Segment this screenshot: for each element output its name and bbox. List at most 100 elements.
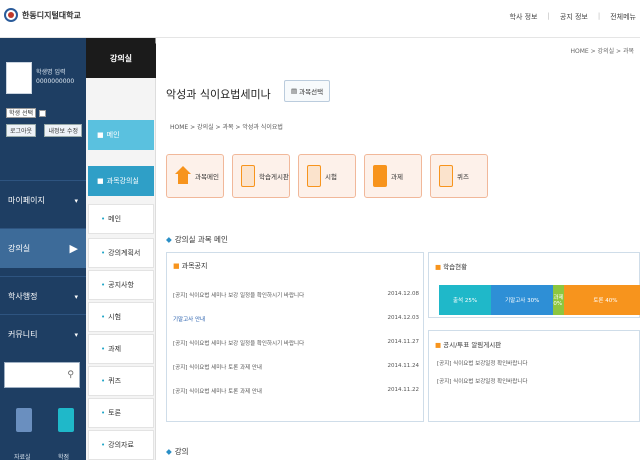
notice-text[interactable]: [공지] 식이요법 세미나 보강 일정을 확인하시기 바랍니다 [173,291,304,299]
bullet-icon: ■ [435,263,442,271]
menu-item-label: 강의자료 [108,441,134,449]
profile-panel: 학생명 입력 0000000000 학생 선택 로그아웃 내정보 수정 [4,56,82,162]
menu-item-label: 과제 [108,345,122,353]
book-icon: ▤ [291,87,298,95]
submenu-item-exam[interactable]: • 시험 [88,302,154,332]
tile-label: 학습게시판 [259,173,289,181]
search-input[interactable]: ⚲ [4,362,80,388]
notice-title-text: 과목공지 [181,262,208,270]
student-select[interactable]: 학생 선택 [6,108,36,118]
profile-name-line: 학생명 입력 [36,69,66,76]
menu-item-label: 강의계획서 [108,249,141,257]
classroom-menu-title: 강의실 [86,38,156,78]
search-icon[interactable]: ⚲ [67,370,74,380]
menu-item-label: 공지사항 [108,281,134,289]
submenu-item-quiz[interactable]: • 퀴즈 [88,366,154,396]
sidebar-item-label: 학사행정 [8,292,38,301]
submenu-item-assignment[interactable]: • 과제 [88,334,154,364]
bullet-icon: ◆ [166,447,172,456]
notice-date: 2014.12.03 [387,315,420,321]
tile-assignment[interactable]: 과제 [364,154,422,198]
top-link-all-menu[interactable]: 전체메뉴 [610,12,636,22]
top-header: 한동디지털대학교 학사 정보 | 공지 정보 | 전체메뉴 [0,0,640,38]
sidebar-item-classroom[interactable]: 강의실 ▶ [0,228,86,268]
school-logo[interactable]: 한동디지털대학교 [4,8,81,22]
top-link-notice[interactable]: 공지 정보 [560,12,588,22]
course-select-button[interactable]: ▤ 과목선택 [284,80,331,102]
tile-exam[interactable]: 시험 [298,154,356,198]
status-segment: 토론 40% [563,285,640,315]
list-item[interactable]: 기말고사 안내 2014.12.03 [173,315,419,323]
quiz-icon [439,165,453,187]
notice-text[interactable]: 기말고사 안내 [173,315,205,323]
submenu-item-materials[interactable]: • 강의자료 [88,430,154,460]
library-icon[interactable] [16,408,32,432]
logout-button[interactable]: 로그아웃 [6,124,37,137]
tile-quiz[interactable]: 퀴즈 [430,154,488,198]
bullet-icon: • [101,281,106,289]
profile-name: 학생명 입력 0000000000 [36,68,80,86]
menu-item-label: 퀴즈 [108,377,122,385]
list-item[interactable]: [공지] 식이요법 보강일정 확인바랍니다 [437,377,528,385]
bullet-icon: ■ [173,262,180,270]
list-item[interactable]: [공지] 식이요법 세미나 보강 일정을 확인하시기 바랍니다 2014.12.0… [173,291,419,299]
list-item[interactable]: [공지] 식이요법 세미나 토론 과제 안내 2014.11.24 [173,363,419,371]
submenu-item-syllabus[interactable]: • 강의계획서 [88,238,154,268]
menu-item-label: 메인 [106,131,120,139]
sidebar-item-label: 강의실 [8,244,31,253]
breadcrumb: HOME > 강의실 > 과목 > 악성과 식이요법 [170,124,283,131]
menu-item-main[interactable]: ■ 메인 [88,120,154,150]
bullet-icon: • [101,313,106,321]
chevron-down-icon: ▾ [74,196,78,205]
section-title: 강의실 과목 메인 [174,235,228,244]
page-title: 악성과 식이요법세미나 [166,88,271,101]
status-segment: 출석 25% [439,285,491,315]
submenu-item-main[interactable]: • 메인 [88,204,154,234]
status-title: ■ 학습현황 [435,261,467,271]
notice-text[interactable]: [공지] 식이요법 세미나 보강 일정을 확인하시기 바랍니다 [173,339,304,347]
bullet-icon: • [101,345,106,353]
status-segment: 기말고사 30% [491,285,554,315]
sidebar-item-mypage[interactable]: 마이페이지 ▾ [0,180,86,220]
list-item[interactable]: [공지] 식이요법 세미나 토론 과제 안내 2014.11.22 [173,387,419,395]
school-name: 한동디지털대학교 [22,10,81,20]
chevron-down-icon: ▾ [74,330,78,339]
divider: | [597,12,601,20]
bullet-icon: • [101,215,106,223]
tile-label: 퀴즈 [457,173,469,181]
menu-item-label: 토론 [108,409,122,417]
bullet-icon: • [101,441,106,449]
notice-title: ■ 과목공지 [173,261,207,271]
credits-icon[interactable] [58,408,74,432]
section-heading-bottom: ◆ 강의 [166,446,189,457]
status-segment: 과제 0% [553,285,564,315]
list-item[interactable]: [공지] 식이요법 세미나 보강 일정을 확인하시기 바랍니다 2014.11.2… [173,339,419,347]
bullet-icon: • [101,249,106,257]
edit-profile-button[interactable]: 내정보 수정 [44,124,82,137]
tile-learning-board[interactable]: 학습게시판 [232,154,290,198]
tile-course-main[interactable]: 과목메인 [166,154,224,198]
list-item[interactable]: [공지] 식이요법 보강일정 확인바랍니다 [437,359,528,367]
sidebar-item-administration[interactable]: 학사행정 ▾ [0,276,86,316]
chevron-right-icon: ▶ [69,242,78,255]
notice-text[interactable]: [공지] 식이요법 세미나 토론 과제 안내 [173,363,262,371]
main-content: HOME > 강의실 > 과목 악성과 식이요법세미나 ▤ 과목선택 HOME >… [156,38,640,460]
board-icon [241,165,255,187]
bullet-icon: ■ [97,177,104,185]
qna-title-text: 공시/투표 알림게시판 [443,341,502,349]
profile-id-line: 0000000000 [36,78,75,85]
qna-box: ■ 공시/투표 알림게시판 [공지] 식이요법 보강일정 확인바랍니다 [공지] … [428,330,640,422]
notice-text[interactable]: [공지] 식이요법 세미나 토론 과제 안내 [173,387,262,395]
remember-checkbox[interactable] [39,109,46,117]
top-link-academic[interactable]: 학사 정보 [510,12,538,22]
bullet-icon: ■ [435,341,442,349]
menu-item-label: 메인 [108,215,122,223]
menu-item-course-room[interactable]: ■ 과목강의실 [88,166,154,196]
bullet-icon: • [101,377,106,385]
study-status-box: ■ 학습현황 출석 25% 기말고사 30% 과제 0% 토론 40% [428,252,640,318]
school-emblem-icon [4,8,18,22]
submenu-item-discussion[interactable]: • 토론 [88,398,154,428]
profile-buttons: 로그아웃 내정보 수정 [6,124,82,137]
sidebar-item-community[interactable]: 커뮤니티 ▾ [0,314,86,354]
submenu-item-notice[interactable]: • 공지사항 [88,270,154,300]
